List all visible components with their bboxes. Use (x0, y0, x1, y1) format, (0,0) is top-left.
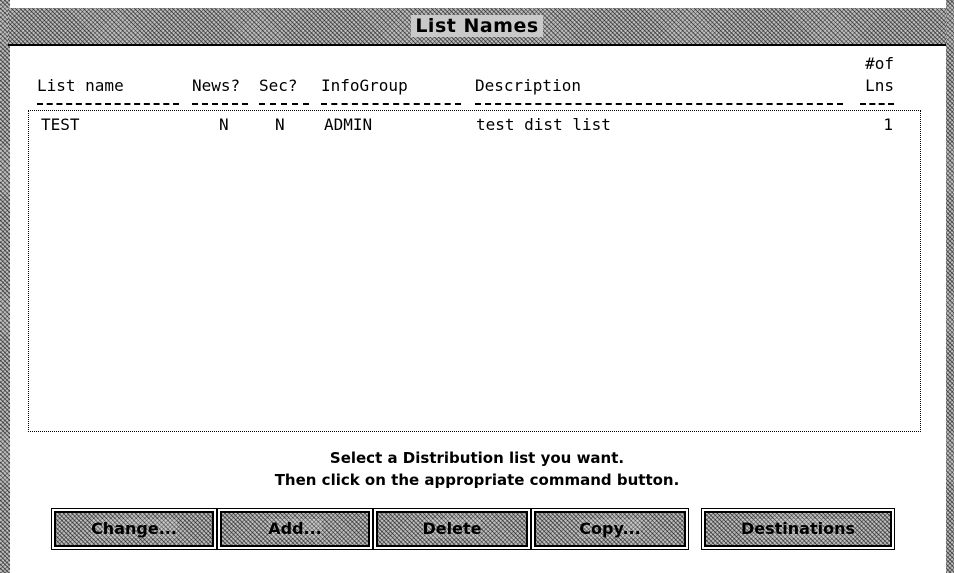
list-row[interactable]: TEST N N ADMIN test dist list 1 (29, 115, 920, 137)
header-rule-news (192, 103, 248, 105)
cell-sec: N (275, 115, 285, 134)
destinations-button[interactable]: Destinations (701, 508, 895, 550)
column-header-infogroup: InfoGroup (321, 76, 408, 95)
column-header-sec: Sec? (259, 76, 298, 95)
window-title: List Names (8, 15, 946, 37)
column-header-news: News? (192, 76, 241, 95)
add-button-label: Add... (268, 519, 322, 538)
column-header-list-name: List name (37, 76, 124, 95)
cell-news: N (219, 115, 229, 134)
distribution-list-box[interactable]: TEST N N ADMIN test dist list 1 (28, 110, 921, 432)
column-header-lines-bottom: Lns (865, 76, 894, 95)
header-rule-lines (860, 103, 894, 105)
column-header-lines-top: #of (865, 54, 894, 73)
delete-button-label: Delete (422, 519, 482, 538)
cell-list-name: TEST (41, 115, 80, 134)
header-rule-sec (259, 103, 309, 105)
instruction-line-2: Then click on the appropriate command bu… (274, 471, 680, 489)
delete-button[interactable]: Delete (373, 508, 531, 550)
header-rule-description (475, 103, 843, 105)
title-bar[interactable]: List Names (8, 8, 946, 46)
cell-lines: 1 (883, 115, 893, 134)
header-rule-infogroup (321, 103, 461, 105)
copy-button[interactable]: Copy... (531, 508, 689, 550)
column-header-description: Description (475, 76, 581, 95)
destinations-button-label: Destinations (740, 519, 855, 538)
copy-button-label: Copy... (579, 519, 641, 538)
add-button[interactable]: Add... (217, 508, 373, 550)
cell-description: test dist list (476, 115, 611, 134)
change-button-label: Change... (91, 519, 177, 538)
cell-infogroup: ADMIN (324, 115, 373, 134)
instruction-line-1: Select a Distribution list you want. (329, 449, 625, 467)
change-button[interactable]: Change... (51, 508, 217, 550)
header-rule-list-name (37, 103, 179, 105)
